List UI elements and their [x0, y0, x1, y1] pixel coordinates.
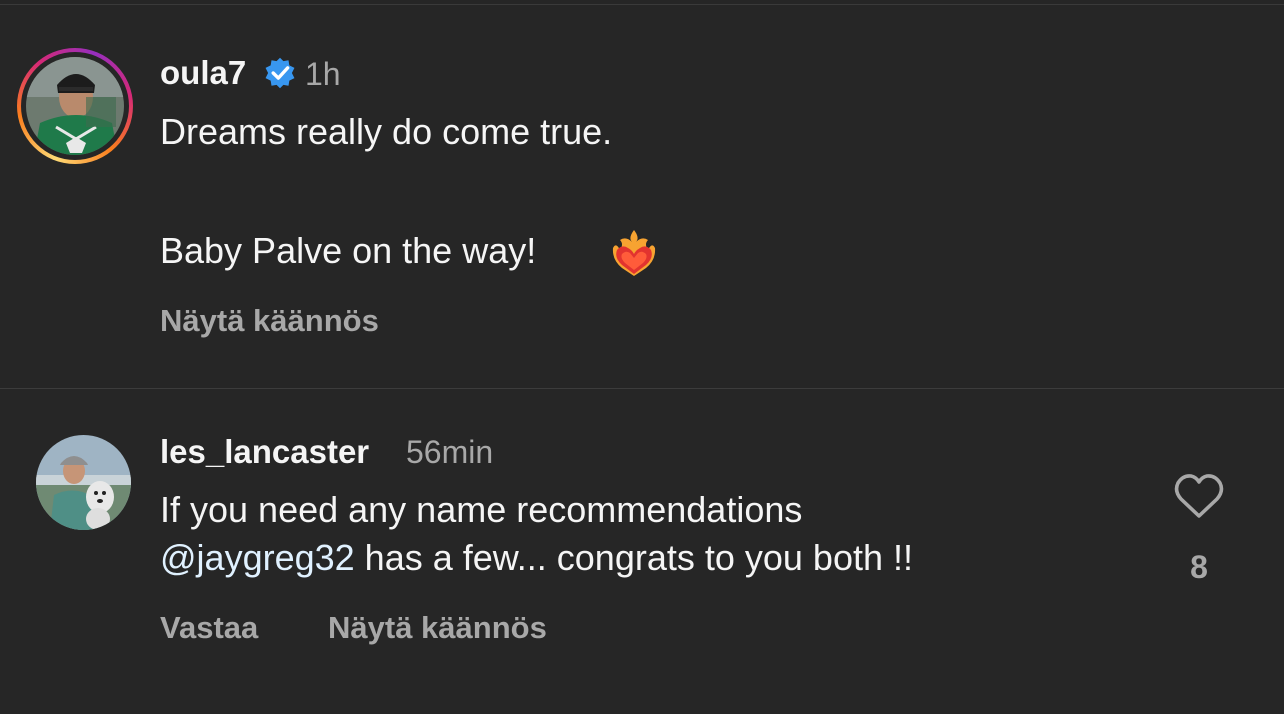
section-divider	[0, 388, 1284, 389]
reply-button[interactable]: Vastaa	[160, 610, 258, 646]
caption-line-2: Baby Palve on the way!	[160, 230, 537, 271]
verified-badge-icon	[265, 57, 295, 89]
heart-on-fire-icon	[612, 230, 656, 276]
mention-link[interactable]: @jaygreg32	[160, 537, 355, 578]
comment-time: 56min	[406, 434, 494, 470]
comment-text-line-2-rest: has a few... congrats to you both !!	[354, 537, 914, 578]
post-caption: oula7 1h Dreams really do come true. Bab…	[0, 0, 1284, 388]
story-ring-avatar[interactable]	[17, 48, 133, 164]
post-translate-link[interactable]: Näytä käännös	[160, 303, 379, 339]
comment-text-line-1: If you need any name recommendations	[160, 489, 803, 530]
comment-avatar[interactable]	[36, 435, 131, 530]
comment-username[interactable]: les_lancaster	[160, 433, 369, 471]
post-username[interactable]: oula7	[160, 54, 246, 92]
like-count: 8	[1190, 549, 1208, 585]
caption-line-1: Dreams really do come true.	[160, 111, 613, 152]
comment-text-line-2: @jaygreg32 has a few... congrats to you …	[160, 536, 913, 580]
avatar	[26, 57, 124, 155]
comment-translate-link[interactable]: Näytä käännös	[328, 610, 547, 646]
heart-outline-icon[interactable]	[1173, 472, 1225, 520]
post-time: 1h	[305, 56, 341, 92]
